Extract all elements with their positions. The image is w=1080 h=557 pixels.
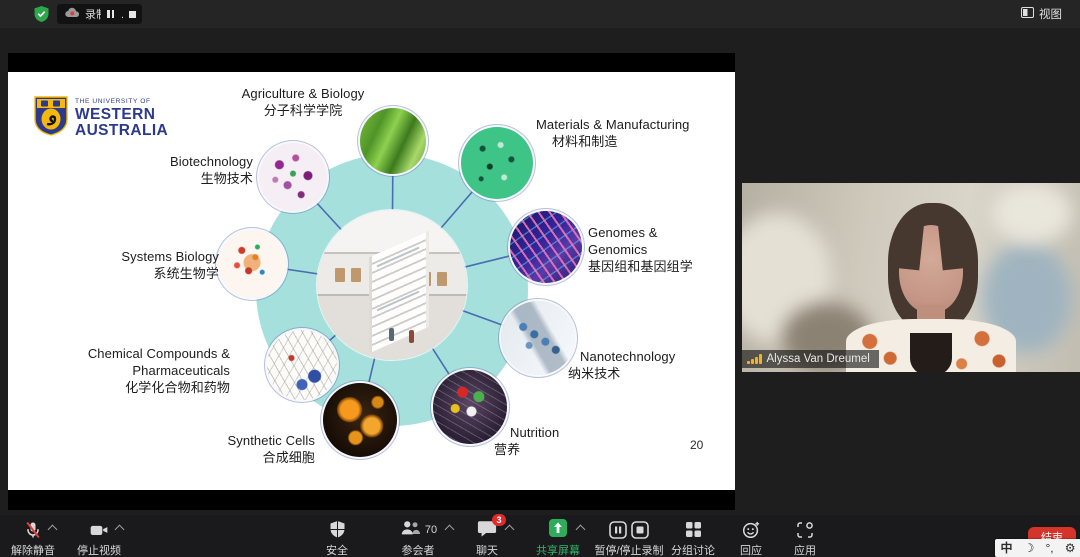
chat-unread-badge: 3 (492, 514, 506, 526)
reactions-smiley-icon (742, 519, 761, 540)
video-options-chevron[interactable] (115, 525, 125, 535)
label-genomes-en: Genomes & Genomics (588, 224, 723, 258)
node-synthetic-cells-image (323, 383, 397, 457)
node-genomes-image (510, 211, 582, 283)
stop-recording-button[interactable] (123, 4, 142, 24)
label-genomes: Genomes & Genomics 基因组和基因组学 (588, 224, 723, 275)
microphone-muted-icon (23, 519, 43, 540)
participants-chevron[interactable] (445, 525, 455, 535)
label-biotechnology-en: Biotechnology (98, 153, 253, 170)
breakout-rooms-button[interactable]: 分组讨论 (664, 519, 722, 557)
label-materials-en: Materials & Manufacturing (536, 116, 735, 133)
encryption-shield-icon (33, 5, 50, 23)
label-materials: Materials & Manufacturing 材料和制造 (536, 116, 735, 150)
share-screen-label: 共享屏幕 (536, 542, 580, 557)
unmute-button[interactable]: 解除静音 (2, 519, 64, 557)
node-nanotechnology-image (501, 301, 575, 375)
ime-language-mode[interactable]: 中 (1001, 542, 1013, 554)
label-biotechnology: Biotechnology 生物技术 (98, 153, 253, 187)
chat-button[interactable]: 3 聊天 (458, 519, 516, 557)
recording-cloud-icon (65, 7, 80, 21)
view-button[interactable]: 视图 (1015, 4, 1068, 24)
slide-page-number: 20 (690, 438, 703, 452)
label-agriculture: Agriculture & Biology 分子科学学院 (213, 85, 393, 119)
participants-count: 70 (425, 524, 437, 536)
label-nanotechnology-zh: 纳米技术 (568, 365, 723, 382)
label-systems-biology-zh: 系统生物学 (74, 265, 219, 282)
label-chemical: Chemical Compounds & Pharmaceuticals 化学化… (38, 345, 230, 396)
label-agriculture-zh: 分子科学学院 (213, 102, 393, 119)
node-chemical-image (267, 330, 337, 400)
share-screen-button[interactable]: 共享屏幕 (526, 519, 590, 557)
label-synthetic-cells: Synthetic Cells 合成细胞 (170, 432, 315, 466)
label-genomes-zh: 基因组和基因组学 (588, 258, 723, 275)
participant-video-thumbnail[interactable]: Alyssa Van Dreumel (742, 183, 1080, 372)
pause-stop-record-icons (609, 519, 649, 540)
label-nutrition-zh: 营养 (494, 441, 604, 458)
label-synthetic-cells-en: Synthetic Cells (170, 432, 315, 449)
participants-icon (399, 519, 421, 540)
camera-icon (88, 519, 110, 540)
mute-options-chevron[interactable] (48, 525, 58, 535)
ime-toolbar: 中 ☽ °, ⚙ (995, 539, 1080, 557)
chat-label: 聊天 (476, 542, 498, 557)
label-materials-zh: 材料和制造 (552, 133, 735, 150)
label-nanotechnology-en: Nanotechnology (580, 348, 723, 365)
label-nanotechnology: Nanotechnology 纳米技术 (568, 348, 723, 382)
ime-fullwidth-moon-icon[interactable]: ☽ (1024, 542, 1035, 554)
apps-label: 应用 (794, 542, 816, 557)
share-options-chevron[interactable] (576, 525, 586, 535)
stop-video-label: 停止视频 (77, 542, 121, 557)
apps-button[interactable]: 应用 (780, 519, 830, 557)
share-screen-icon (548, 518, 568, 541)
reactions-button[interactable]: 回应 (726, 519, 776, 557)
stop-video-button[interactable]: 停止视频 (68, 519, 130, 557)
label-nutrition: Nutrition 营养 (494, 424, 604, 458)
meeting-toolbar: 解除静音 停止视频 安全 70 参会者 (0, 515, 1080, 557)
security-button[interactable]: 安全 (308, 519, 366, 557)
unmute-label: 解除静音 (11, 542, 55, 557)
label-agriculture-en: Agriculture & Biology (213, 85, 393, 102)
ime-punctuation-icon[interactable]: °, (1045, 542, 1053, 554)
breakout-grid-icon (685, 519, 702, 540)
audio-level-icon (747, 354, 762, 364)
label-chemical-en: Chemical Compounds & Pharmaceuticals (38, 345, 230, 379)
label-biotechnology-zh: 生物技术 (98, 170, 253, 187)
node-materials-image (461, 127, 533, 199)
meeting-top-bar: 录制中... 视图 (0, 0, 1080, 28)
chat-chevron[interactable] (505, 525, 515, 535)
label-synthetic-cells-zh: 合成细胞 (170, 449, 315, 466)
pause-stop-record-button[interactable]: 暂停/停止录制 (588, 519, 670, 557)
ime-settings-gear-icon[interactable]: ⚙ (1065, 542, 1076, 554)
reactions-label: 回应 (740, 542, 762, 557)
view-button-label: 视图 (1039, 6, 1062, 22)
participants-button[interactable]: 70 参会者 (383, 519, 453, 557)
center-building-photo (317, 210, 467, 360)
node-systems-biology-image (218, 230, 286, 298)
label-nutrition-en: Nutrition (510, 424, 604, 441)
security-shield-icon (329, 519, 346, 540)
presentation-slide: THE UNIVERSITY OF WESTERN AUSTRALIA (8, 72, 735, 490)
node-biotechnology-image (259, 143, 327, 211)
security-label: 安全 (326, 542, 348, 557)
zoom-meeting-window: 录制中... 视图 (0, 0, 1080, 557)
participants-label: 参会者 (402, 542, 435, 557)
apps-icon (796, 519, 814, 540)
pause-recording-button[interactable] (101, 4, 120, 24)
label-systems-biology: Systems Biology 系统生物学 (74, 248, 219, 282)
participant-name-text: Alyssa Van Dreumel (767, 353, 870, 365)
participant-shirt-inner (910, 333, 952, 372)
shared-screen-area: THE UNIVERSITY OF WESTERN AUSTRALIA (8, 53, 735, 510)
view-layout-icon (1021, 7, 1034, 21)
participant-name-label: Alyssa Van Dreumel (742, 350, 879, 368)
pause-stop-record-label: 暂停/停止录制 (594, 542, 663, 557)
label-systems-biology-en: Systems Biology (74, 248, 219, 265)
breakout-rooms-label: 分组讨论 (671, 542, 715, 557)
label-chemical-zh: 化学化合物和药物 (38, 379, 230, 396)
